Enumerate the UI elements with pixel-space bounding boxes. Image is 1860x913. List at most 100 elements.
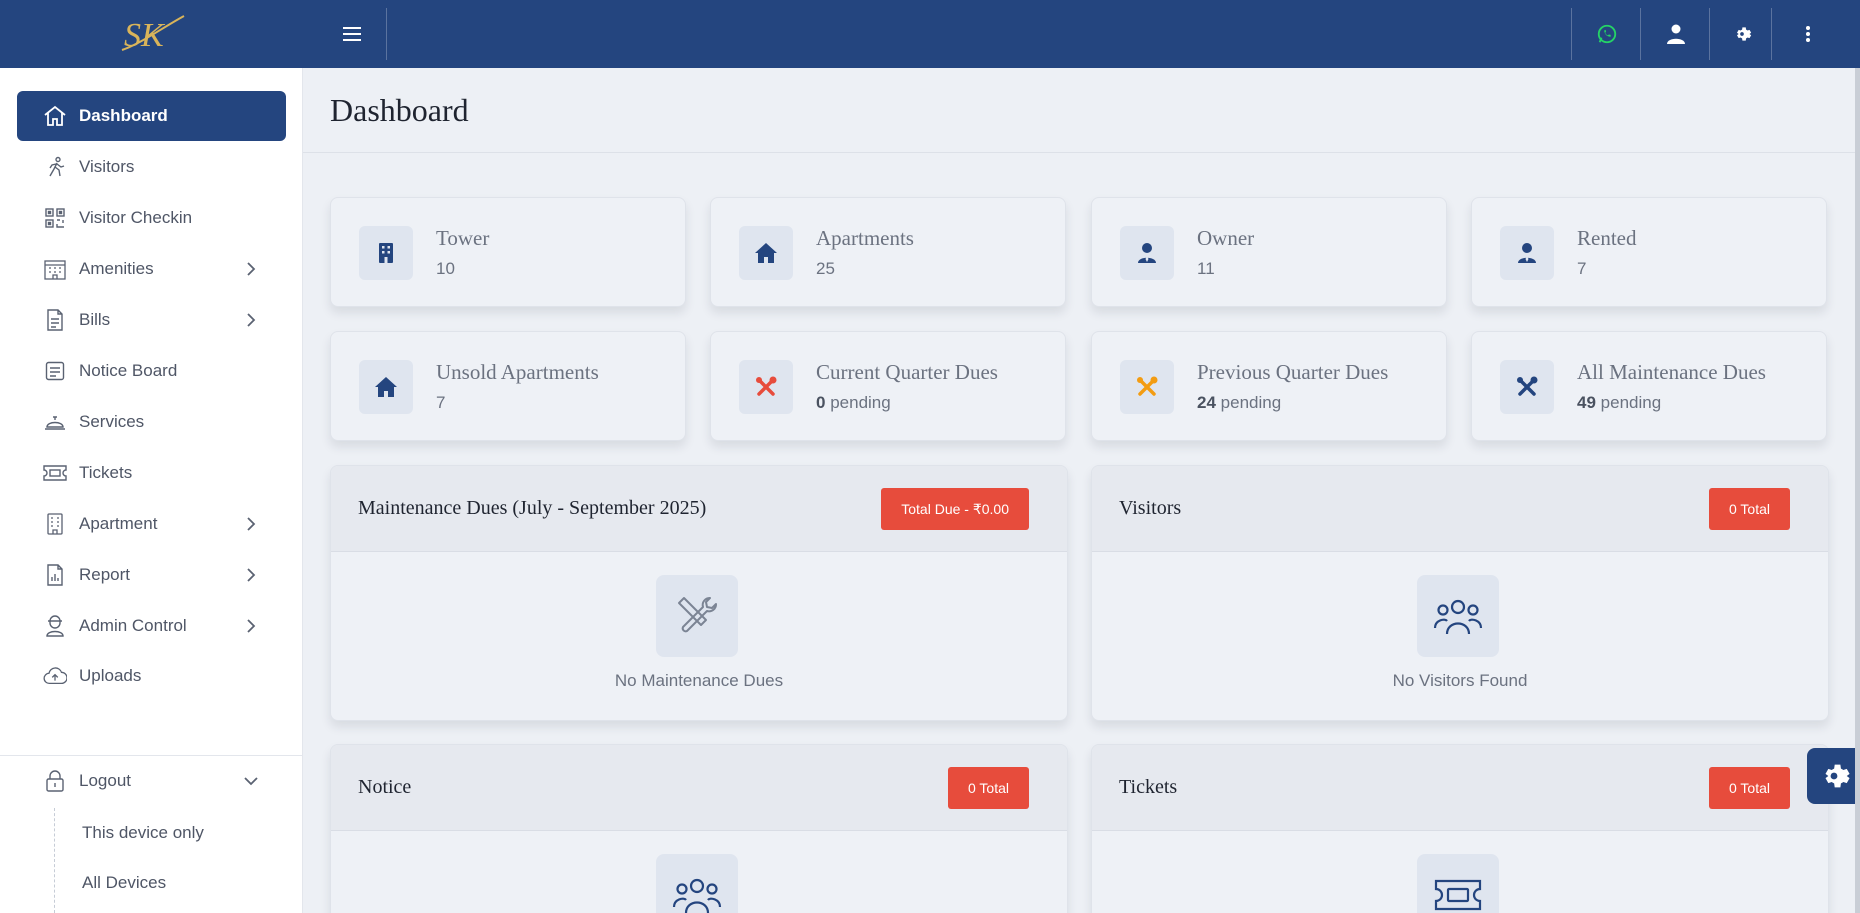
building-icon	[43, 257, 67, 281]
more-options-button[interactable]	[1786, 14, 1830, 54]
stat-count: 49	[1577, 393, 1596, 412]
logout-all-devices-link[interactable]: All Devices	[82, 873, 166, 893]
toolbar-divider	[1771, 8, 1772, 60]
chevron-right-icon	[247, 313, 256, 327]
chevron-right-icon	[247, 517, 256, 531]
stat-label: All Maintenance Dues	[1577, 360, 1766, 384]
settings-button[interactable]	[1720, 14, 1764, 54]
service-bell-icon	[43, 410, 67, 434]
admin-icon	[43, 614, 67, 638]
stat-value: 10	[436, 259, 455, 278]
sidebar-item-report[interactable]: Report	[17, 550, 286, 600]
stat-card-current-quarter-dues[interactable]: Current Quarter Dues 0 pending	[710, 331, 1066, 441]
stat-value: 0 pending	[816, 393, 891, 413]
tools-icon	[739, 360, 793, 414]
toolbar-divider	[1640, 8, 1641, 60]
sidebar-item-label: Tickets	[79, 463, 133, 482]
home-icon	[43, 104, 67, 128]
stat-label: Previous Quarter Dues	[1197, 360, 1389, 384]
visitors-total-badge[interactable]: 0 Total	[1709, 488, 1790, 530]
sidebar-item-label: Bills	[79, 310, 111, 329]
sidebar-item-logout[interactable]: Logout	[17, 756, 286, 806]
panel-title: Visitors	[1119, 497, 1182, 519]
panel-header: Tickets 0 Total	[1092, 745, 1828, 831]
stat-value: 49 pending	[1577, 393, 1661, 413]
ticket-icon	[43, 461, 67, 485]
panel-header: Notice 0 Total	[331, 745, 1067, 831]
sidebar-item-tickets[interactable]: Tickets	[17, 448, 286, 498]
stat-card-all-maintenance-dues[interactable]: All Maintenance Dues 49 pending	[1471, 331, 1827, 441]
sidebar-item-admin-control[interactable]: Admin Control	[17, 601, 286, 651]
stat-suffix: pending	[1600, 393, 1662, 412]
sidebar-item-label: Admin Control	[79, 616, 187, 635]
sidebar-item-dashboard[interactable]: Dashboard	[17, 91, 286, 141]
report-icon	[43, 563, 67, 587]
notice-total-badge[interactable]: 0 Total	[948, 767, 1029, 809]
profile-button[interactable]	[1654, 14, 1698, 54]
stat-card-apartments[interactable]: Apartments 25	[710, 197, 1066, 307]
chevron-right-icon	[247, 568, 256, 582]
panel-title: Maintenance Dues (July - September 2025)	[358, 497, 707, 519]
menu-toggle-button[interactable]	[330, 14, 374, 54]
stat-suffix: pending	[1220, 393, 1282, 412]
stat-card-rented[interactable]: Rented 7	[1471, 197, 1827, 307]
maintenance-dues-panel: Maintenance Dues (July - September 2025)…	[330, 465, 1068, 721]
stat-count: 0	[816, 393, 826, 412]
sidebar-item-bills[interactable]: Bills	[17, 295, 286, 345]
kebab-menu-icon	[1806, 26, 1810, 42]
sidebar-item-notice-board[interactable]: Notice Board	[17, 346, 286, 396]
stat-label: Tower	[436, 226, 490, 250]
stat-card-owner[interactable]: Owner 11	[1091, 197, 1447, 307]
stat-card-tower[interactable]: Tower 10	[330, 197, 686, 307]
panel-title: Tickets	[1119, 776, 1178, 798]
users-group-icon	[1417, 575, 1499, 657]
notice-icon	[43, 359, 67, 383]
sidebar-item-visitors[interactable]: Visitors	[17, 142, 286, 192]
stat-card-unsold-apartments[interactable]: Unsold Apartments 7	[330, 331, 686, 441]
sidebar-item-apartment[interactable]: Apartment	[17, 499, 286, 549]
tools-icon	[656, 575, 738, 657]
chevron-right-icon	[247, 619, 256, 633]
top-bar: SK	[0, 0, 1860, 68]
tools-icon	[1500, 360, 1554, 414]
sidebar-item-label: Apartment	[79, 514, 158, 533]
stat-suffix: pending	[830, 393, 891, 412]
building-icon	[359, 226, 413, 280]
panel-header: Visitors 0 Total	[1092, 466, 1828, 552]
sidebar-item-services[interactable]: Services	[17, 397, 286, 447]
sidebar-item-label: Dashboard	[79, 106, 168, 125]
notice-panel: Notice 0 Total	[330, 744, 1068, 913]
page-title: Dashboard	[330, 92, 469, 128]
apartment-icon	[43, 512, 67, 536]
visitors-panel: Visitors 0 Total No Visitors Found	[1091, 465, 1829, 721]
lock-icon	[43, 769, 67, 793]
theme-settings-button[interactable]	[1807, 748, 1860, 804]
toolbar-divider	[1571, 8, 1572, 60]
stat-label: Unsold Apartments	[436, 360, 599, 384]
page-scrollbar[interactable]	[1855, 68, 1860, 913]
sidebar-item-label: Amenities	[79, 259, 154, 278]
total-due-badge[interactable]: Total Due - ₹0.00	[881, 488, 1029, 530]
empty-state-text: No Maintenance Dues	[614, 671, 784, 690]
user-icon	[1667, 24, 1685, 44]
whatsapp-button[interactable]	[1585, 14, 1629, 54]
tickets-total-badge[interactable]: 0 Total	[1709, 767, 1790, 809]
hamburger-icon	[343, 27, 361, 41]
stat-card-previous-quarter-dues[interactable]: Previous Quarter Dues 24 pending	[1091, 331, 1447, 441]
toolbar-divider	[1709, 8, 1710, 60]
sidebar-item-label: Uploads	[79, 666, 142, 685]
sidebar-item-amenities[interactable]: Amenities	[17, 244, 286, 294]
submenu-guide-line	[54, 808, 55, 913]
tools-icon	[1120, 360, 1174, 414]
sidebar-item-uploads[interactable]: Uploads	[17, 651, 286, 701]
sidebar-item-visitor-checkin[interactable]: Visitor Checkin	[17, 193, 286, 243]
gear-icon	[1737, 27, 1752, 41]
svg-text:SK: SK	[124, 17, 166, 54]
logout-this-device-link[interactable]: This device only	[82, 823, 204, 843]
sidebar-item-label: Visitor Checkin	[79, 208, 193, 227]
panel-header: Maintenance Dues (July - September 2025)…	[331, 466, 1067, 552]
logo[interactable]: SK	[116, 10, 188, 56]
whatsapp-icon	[1597, 24, 1617, 44]
stat-label: Owner	[1197, 226, 1255, 250]
document-icon	[43, 308, 67, 332]
